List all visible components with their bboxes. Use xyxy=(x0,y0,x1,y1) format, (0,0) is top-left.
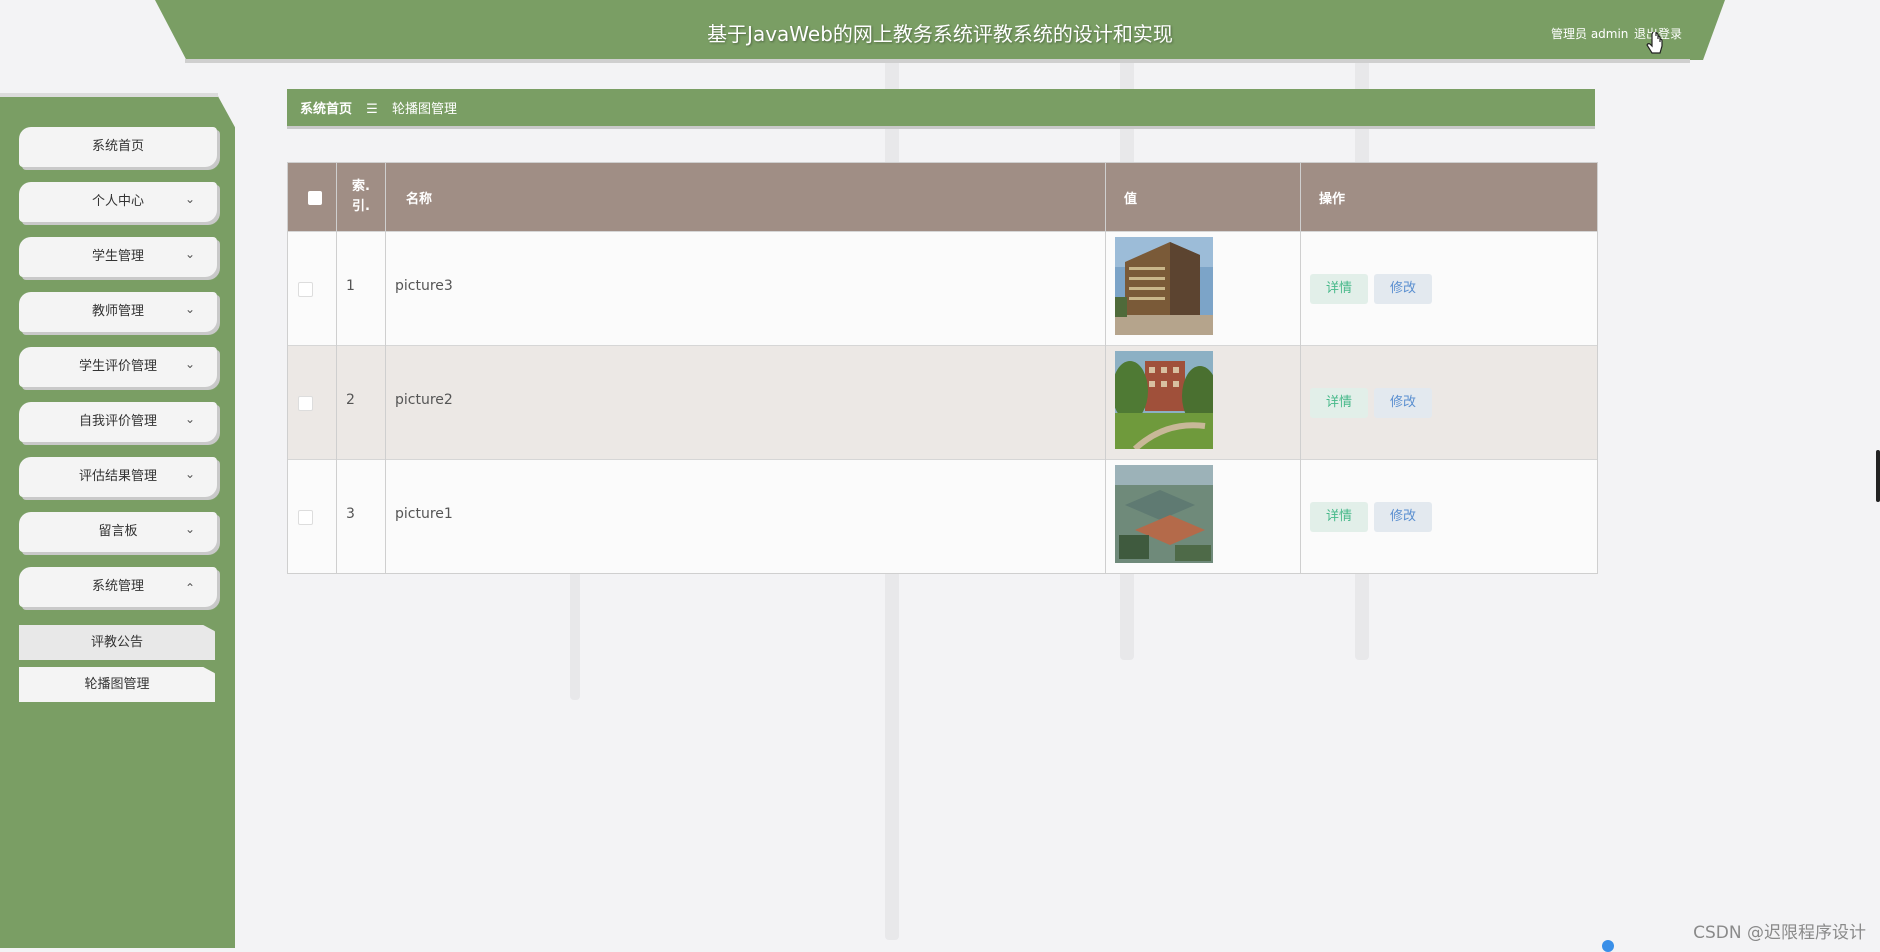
breadcrumb-separator-icon: ☰ xyxy=(366,102,378,117)
chevron-down-icon: ⌄ xyxy=(184,302,195,316)
table-header: 索.引. 名称 值 操作 xyxy=(288,163,1597,231)
carousel-image-thumbnail[interactable] xyxy=(1115,351,1213,449)
sidebar-item-label: 系统首页 xyxy=(91,139,144,154)
aerial-campus-photo-icon xyxy=(1115,465,1213,563)
column-header-value: 值 xyxy=(1124,192,1138,207)
carousel-image-thumbnail[interactable] xyxy=(1115,237,1213,335)
chevron-down-icon: ⌄ xyxy=(184,522,195,536)
column-header-name: 名称 xyxy=(406,192,433,207)
column-divider xyxy=(1300,163,1301,573)
sidebar-item-student-management[interactable]: 学生管理 ⌄ xyxy=(19,237,217,277)
row-name: picture1 xyxy=(395,506,453,522)
campus-photo-icon xyxy=(1115,351,1213,449)
column-divider xyxy=(1105,163,1106,573)
edit-button[interactable]: 修改 xyxy=(1374,274,1432,304)
table-row: 2 picture2 详情 修改 xyxy=(288,345,1597,459)
building-photo-icon xyxy=(1115,237,1213,335)
chevron-down-icon: ⌄ xyxy=(184,412,195,426)
sidebar-item-student-evaluation[interactable]: 学生评价管理 ⌄ xyxy=(19,347,217,387)
column-divider xyxy=(385,163,386,573)
row-index: 1 xyxy=(346,278,355,294)
edit-button[interactable]: 修改 xyxy=(1374,388,1432,418)
sidebar-edge xyxy=(0,93,218,97)
row-name: picture3 xyxy=(395,278,453,294)
breadcrumb-home-link[interactable]: 系统首页 xyxy=(300,102,352,117)
chevron-down-icon: ⌄ xyxy=(184,467,195,481)
sidebar-item-message-board[interactable]: 留言板 ⌄ xyxy=(19,512,217,552)
carousel-table: 索.引. 名称 值 操作 1 picture3 详情 修改 2 picture2… xyxy=(287,162,1598,574)
column-divider xyxy=(336,163,337,573)
row-name: picture2 xyxy=(395,392,453,408)
breadcrumb: 系统首页 ☰ 轮播图管理 xyxy=(287,89,1595,129)
column-header-index: 索.引. xyxy=(352,179,370,214)
row-checkbox[interactable] xyxy=(298,282,313,297)
sidebar-item-label: 教师管理 xyxy=(91,304,144,319)
sidebar-item-system-management[interactable]: 系统管理 ⌃ xyxy=(19,567,217,607)
chevron-down-icon: ⌄ xyxy=(184,192,195,206)
chevron-down-icon: ⌄ xyxy=(184,357,195,371)
table-row: 3 picture1 详情 修改 xyxy=(288,459,1597,573)
scrollbar-thumb[interactable] xyxy=(1876,450,1880,502)
chevron-up-icon: ⌃ xyxy=(184,581,195,595)
sidebar-item-assessment-results[interactable]: 评估结果管理 ⌄ xyxy=(19,457,217,497)
floating-dot-icon xyxy=(1602,940,1614,952)
row-index: 3 xyxy=(346,506,355,522)
sidebar-item-label: 个人中心 xyxy=(91,194,144,209)
select-all-checkbox[interactable] xyxy=(308,191,322,205)
row-index: 2 xyxy=(346,392,355,408)
chevron-down-icon: ⌄ xyxy=(184,247,195,261)
sidebar-item-home[interactable]: 系统首页 xyxy=(19,127,217,167)
column-header-actions: 操作 xyxy=(1319,192,1346,207)
sidebar-item-label: 学生管理 xyxy=(91,249,144,264)
sidebar-subitem-announcement[interactable]: 评教公告 xyxy=(19,625,215,660)
sidebar-item-label: 系统管理 xyxy=(91,579,144,594)
sidebar-item-label: 学生评价管理 xyxy=(78,359,157,374)
sidebar-item-label: 评估结果管理 xyxy=(78,469,157,484)
row-checkbox[interactable] xyxy=(298,510,313,525)
edit-button[interactable]: 修改 xyxy=(1374,502,1432,532)
carousel-image-thumbnail[interactable] xyxy=(1115,465,1213,563)
sidebar-item-self-evaluation[interactable]: 自我评价管理 ⌄ xyxy=(19,402,217,442)
sidebar-item-teacher-management[interactable]: 教师管理 ⌄ xyxy=(19,292,217,332)
watermark: CSDN @迟限程序设计 xyxy=(1693,923,1866,943)
detail-button[interactable]: 详情 xyxy=(1310,388,1368,418)
sidebar-item-label: 留言板 xyxy=(98,524,138,539)
sidebar-subitem-carousel[interactable]: 轮播图管理 xyxy=(19,667,215,702)
detail-button[interactable]: 详情 xyxy=(1310,502,1368,532)
sidebar-subitem-label: 轮播图管理 xyxy=(84,677,150,692)
sidebar-item-label: 自我评价管理 xyxy=(78,414,157,429)
row-checkbox[interactable] xyxy=(298,396,313,411)
detail-button[interactable]: 详情 xyxy=(1310,274,1368,304)
hand-cursor-icon xyxy=(1646,32,1663,54)
table-row: 1 picture3 详情 修改 xyxy=(288,231,1597,345)
sidebar-item-personal-center[interactable]: 个人中心 ⌄ xyxy=(19,182,217,222)
sidebar-subitem-label: 评教公告 xyxy=(90,635,143,650)
current-user-label: 管理员 admin xyxy=(1551,27,1629,41)
breadcrumb-current: 轮播图管理 xyxy=(391,102,457,117)
